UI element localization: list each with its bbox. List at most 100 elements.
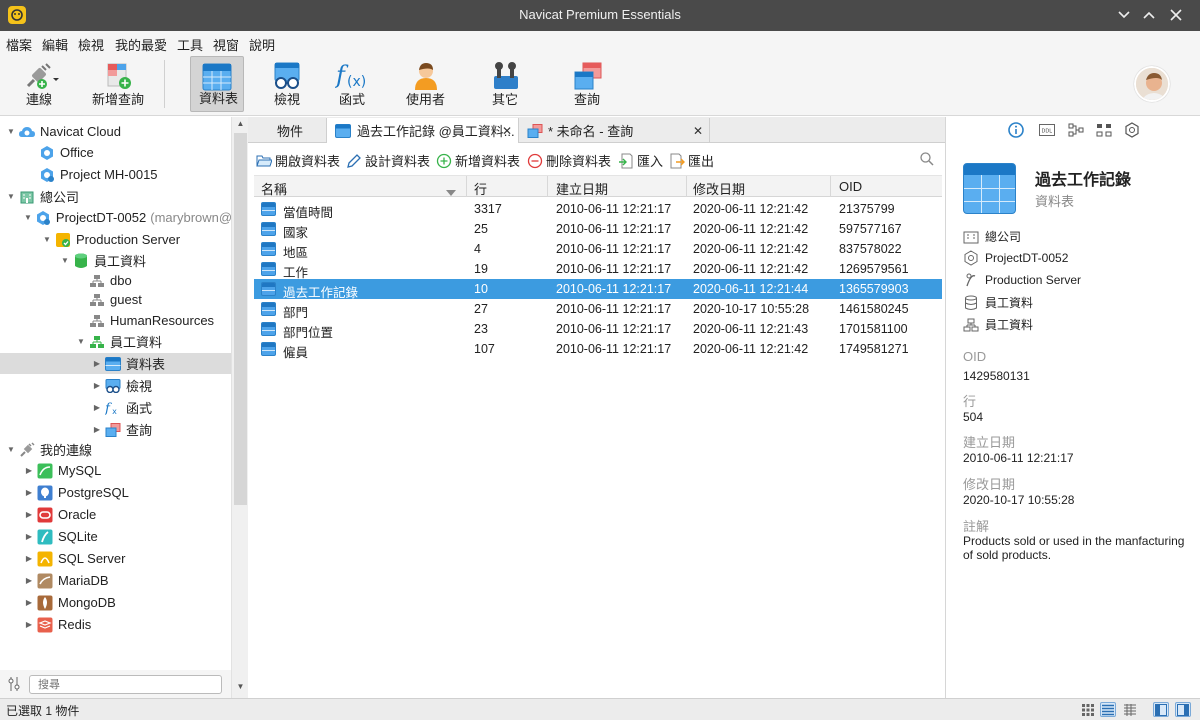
tree-item-sqlite[interactable]: ▶ SQLite [0,526,231,547]
table-row[interactable]: 國家 25 2010-06-11 12:21:17 2020-06-11 12:… [254,219,942,240]
tree-item-project-mh[interactable]: Project MH-0015 [0,164,231,185]
tree-item-mysql[interactable]: ▶ MySQL [0,460,231,481]
menu-edit[interactable]: 編輯 [42,35,68,54]
collapse-arrow-icon[interactable]: ▶ [92,403,102,412]
expand-arrow-icon[interactable]: ▼ [6,445,16,454]
close-tab-icon[interactable]: ✕ [502,124,512,138]
collapse-arrow-icon[interactable]: ▶ [24,598,34,607]
collapse-arrow-icon[interactable]: ▶ [24,576,34,585]
column-divider[interactable] [830,176,831,197]
tree-item-guest[interactable]: guest [0,289,231,310]
close-window-button[interactable] [1164,4,1188,26]
relations-icon[interactable] [1096,122,1112,138]
table-row[interactable]: 當值時間 3317 2010-06-11 12:21:17 2020-06-11… [254,199,942,220]
table-row[interactable]: 僱員 107 2010-06-11 12:21:17 2020-06-11 12… [254,339,942,360]
connection-button[interactable]: 連線 [14,56,72,112]
tree-search-input[interactable] [29,675,222,694]
collapse-arrow-icon[interactable]: ▶ [92,359,102,368]
tree-item-project-dt[interactable]: ▼ ProjectDT-0052 (marybrown@ [0,207,231,228]
tab-untitled-query[interactable]: * 未命名 - 查詢 ✕ [519,118,710,143]
tab-table-design[interactable]: 過去工作記錄 @員工資料... ✕ [327,118,519,143]
info-icon[interactable] [1008,122,1024,138]
function-button[interactable]: f (x) 函式 [328,56,376,112]
collapse-arrow-icon[interactable]: ▶ [24,620,34,629]
column-header-created[interactable]: 建立日期 [556,179,608,198]
expand-arrow-icon[interactable]: ▼ [76,337,86,346]
tree-item-sqlserver[interactable]: ▶ SQL Server [0,548,231,569]
collapse-arrow-icon[interactable]: ▶ [24,488,34,497]
close-tab-icon[interactable]: ✕ [693,124,703,138]
scroll-up-arrow-icon[interactable]: ▲ [232,119,249,133]
tree-item-office[interactable]: Office [0,142,231,163]
tree-item-redis[interactable]: ▶ Redis [0,614,231,635]
tree-item-postgresql[interactable]: ▶ PostgreSQL [0,482,231,503]
filter-toggle-icon[interactable] [8,676,20,695]
search-icon[interactable] [920,152,934,169]
scroll-down-arrow-icon[interactable]: ▼ [232,682,249,696]
view-button[interactable]: 檢視 [262,56,312,112]
tree-item-employee-db[interactable]: ▼ 員工資料 [0,250,231,271]
tree-item-production-server[interactable]: ▼ Production Server [0,229,231,250]
design-table-button[interactable]: 設計資料表 [346,151,430,170]
tree-item-views[interactable]: ▶ 檢視 [0,375,231,396]
expand-arrow-icon[interactable]: ▼ [42,235,52,244]
collapse-arrow-icon[interactable]: ▶ [24,510,34,519]
query-button[interactable]: 查詢 [564,56,612,112]
column-header-name[interactable]: 名稱 [261,179,287,198]
user-avatar[interactable] [1134,66,1170,102]
import-button[interactable]: 匯入 [618,151,663,170]
collapse-arrow-icon[interactable]: ▶ [24,466,34,475]
menu-file[interactable]: 檔案 [6,35,32,54]
tree-scrollbar[interactable]: ▲ ▼ [231,117,248,698]
table-row[interactable]: 部門位置 23 2010-06-11 12:21:17 2020-06-11 1… [254,319,942,340]
detail-view-icon[interactable] [1122,702,1138,717]
user-button[interactable]: 使用者 [400,56,452,112]
collapse-arrow-icon[interactable]: ▶ [24,554,34,563]
toggle-nav-pane-icon[interactable] [1153,702,1169,717]
tree-item-mongodb[interactable]: ▶ MongoDB [0,592,231,613]
table-row-selected[interactable]: 過去工作記錄 10 2010-06-11 12:21:17 2020-06-11… [254,279,942,300]
export-button[interactable]: 匯出 [669,151,714,170]
tree-item-functions[interactable]: ▶ fx 函式 [0,397,231,418]
menu-help[interactable]: 說明 [249,35,275,54]
expand-arrow-icon[interactable]: ▼ [6,127,16,136]
minimize-button[interactable] [1112,4,1136,26]
maximize-button[interactable] [1137,4,1161,26]
table-row[interactable]: 工作 19 2010-06-11 12:21:17 2020-06-11 12:… [254,259,942,280]
collapse-arrow-icon[interactable]: ▶ [92,381,102,390]
collapse-arrow-icon[interactable]: ▶ [24,532,34,541]
tree-item-dbo[interactable]: dbo [0,270,231,291]
column-header-oid[interactable]: OID [839,179,862,194]
list-view-icon[interactable] [1100,702,1116,717]
dependency-icon[interactable] [1068,122,1084,138]
column-divider[interactable] [547,176,548,197]
open-table-button[interactable]: 開啟資料表 [256,151,340,170]
table-row[interactable]: 部門 27 2010-06-11 12:21:17 2020-10-17 10:… [254,299,942,320]
ddl-icon[interactable]: DDL [1039,122,1055,138]
tab-objects[interactable]: 物件 [248,118,327,143]
tree-item-oracle[interactable]: ▶ Oracle [0,504,231,525]
tree-item-human-resources[interactable]: HumanResources [0,310,231,331]
new-query-button[interactable]: 新增查詢 [86,56,150,112]
tree-item-company[interactable]: ▼ 總公司 [0,186,231,207]
collapse-arrow-icon[interactable]: ▶ [92,425,102,434]
column-divider[interactable] [686,176,687,197]
expand-arrow-icon[interactable]: ▼ [60,256,70,265]
table-row[interactable]: 地區 4 2010-06-11 12:21:17 2020-06-11 12:2… [254,239,942,260]
table-button[interactable]: 資料表 [190,56,244,112]
column-header-modified[interactable]: 修改日期 [693,179,745,198]
sort-arrow-icon[interactable] [446,184,456,199]
scrollbar-thumb[interactable] [234,133,247,505]
tree-item-tables[interactable]: ▶ 資料表 [0,353,231,374]
menu-tools[interactable]: 工具 [177,35,203,54]
tree-item-queries[interactable]: ▶ 查詢 [0,419,231,440]
column-divider[interactable] [466,176,467,197]
menu-window[interactable]: 視窗 [213,35,239,54]
others-button[interactable]: 其它 [482,56,530,112]
tree-item-employee-schema[interactable]: ▼ 員工資料 [0,331,231,352]
tree-item-mariadb[interactable]: ▶ MariaDB [0,570,231,591]
preview-icon[interactable] [1124,122,1140,138]
tree-item-my-connections[interactable]: ▼ 我的連線 [0,439,231,460]
menu-view[interactable]: 檢視 [78,35,104,54]
toggle-info-pane-icon[interactable] [1175,702,1191,717]
